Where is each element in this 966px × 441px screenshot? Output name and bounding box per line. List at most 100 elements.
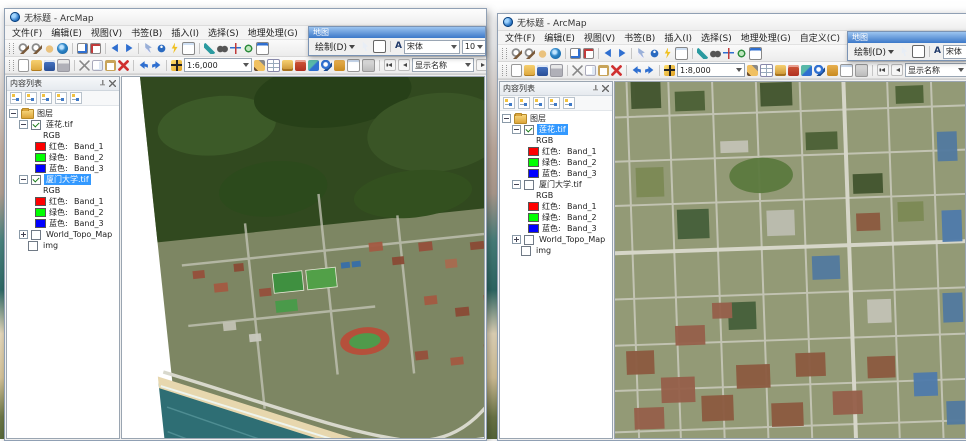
layer-checkbox[interactable] (31, 230, 41, 240)
new-map-icon[interactable] (511, 64, 522, 77)
time-slider-icon[interactable] (736, 48, 747, 59)
title-bar[interactable]: 无标题 - ArcMap (5, 9, 486, 26)
menu-geoprocessing[interactable]: 地理处理(G) (248, 26, 298, 39)
open-icon[interactable] (31, 60, 42, 71)
toc-root-label[interactable]: 图层 (37, 108, 53, 119)
menu-edit[interactable]: 编辑(E) (544, 31, 575, 44)
menu-view[interactable]: 视图(V) (584, 31, 615, 44)
menu-insert[interactable]: 插入(I) (664, 31, 692, 44)
search-icon[interactable] (814, 65, 825, 76)
page-options-icon[interactable] (362, 59, 375, 72)
toc-list-by-drawing-order-icon[interactable] (10, 92, 22, 104)
go-back-extent-icon[interactable] (110, 43, 121, 54)
toc-root-label[interactable]: 图层 (530, 113, 546, 124)
select-features-icon[interactable] (636, 48, 647, 59)
previous-page-icon[interactable] (891, 64, 903, 76)
toc-root-row[interactable]: 图层 (502, 113, 612, 124)
refresh-pages-icon[interactable] (840, 64, 853, 77)
layer-name[interactable]: 莲花.tif (44, 119, 75, 130)
open-icon[interactable] (524, 65, 535, 76)
arctoolbox-icon[interactable] (788, 65, 799, 76)
map-panel-title[interactable]: 地图 (848, 32, 966, 43)
toc-list-by-visibility-icon[interactable] (40, 92, 52, 104)
menu-file[interactable]: 文件(F) (12, 26, 42, 39)
copy-icon[interactable] (585, 65, 596, 76)
pin-icon[interactable] (592, 85, 599, 92)
text-tool-icon[interactable]: A (395, 41, 402, 52)
layer-name-selected[interactable]: 莲花.tif (537, 124, 568, 135)
html-popup-icon[interactable] (675, 47, 688, 60)
next-page-icon[interactable] (476, 59, 486, 71)
html-popup-icon[interactable] (182, 42, 195, 55)
hyperlink-icon[interactable] (169, 43, 180, 54)
layer-checkbox[interactable] (524, 125, 534, 135)
layer-name[interactable]: 厦门大学.tif (537, 179, 584, 190)
menu-customize[interactable]: 自定义(C) (800, 31, 840, 44)
fixed-zoom-out-icon[interactable] (90, 43, 101, 54)
delete-icon[interactable] (118, 60, 129, 71)
refresh-pages-icon[interactable] (347, 59, 360, 72)
full-extent-icon[interactable] (550, 48, 561, 59)
cut-icon[interactable] (79, 60, 90, 71)
select-features-icon[interactable] (143, 43, 154, 54)
page-name-combo[interactable]: 显示名称 (905, 63, 966, 77)
go-forward-extent-icon[interactable] (616, 48, 627, 59)
toc-list-by-visibility-icon[interactable] (533, 97, 545, 109)
zoom-out-icon[interactable] (31, 43, 42, 54)
fixed-zoom-out-icon[interactable] (583, 48, 594, 59)
pan-icon[interactable] (537, 48, 548, 59)
page-name-combo[interactable]: 显示名称 (412, 58, 474, 72)
toc-options-icon[interactable] (563, 97, 575, 109)
go-forward-extent-icon[interactable] (123, 43, 134, 54)
toc-list-by-source-icon[interactable] (518, 97, 530, 109)
viewer-window-icon[interactable] (256, 42, 269, 55)
page-options-icon[interactable] (855, 64, 868, 77)
print-icon[interactable] (57, 59, 70, 72)
collapse-icon[interactable] (512, 125, 521, 134)
full-extent-icon[interactable] (57, 43, 68, 54)
collapse-icon[interactable] (19, 120, 28, 129)
menu-geoprocessing[interactable]: 地理处理(G) (741, 31, 791, 44)
first-page-icon[interactable] (877, 64, 889, 76)
map-canvas[interactable] (614, 81, 966, 439)
find-icon[interactable] (710, 48, 721, 59)
add-data-icon[interactable] (664, 65, 675, 76)
toc-list-by-selection-icon[interactable] (548, 97, 560, 109)
page-setup-icon[interactable] (827, 65, 838, 76)
layer-checkbox[interactable] (521, 246, 531, 256)
toolbar-grip[interactable] (9, 43, 14, 54)
toolbar-grip[interactable] (9, 60, 14, 71)
draw-menu-button[interactable]: 绘制(D) (312, 39, 358, 54)
undo-icon[interactable] (138, 60, 149, 71)
layer-name-selected[interactable]: 厦门大学.tif (44, 174, 91, 185)
layer-row[interactable]: World_Topo_Map (9, 229, 119, 240)
paste-icon[interactable] (105, 60, 116, 71)
undo-icon[interactable] (631, 65, 642, 76)
layer-name[interactable]: World_Topo_Map (537, 234, 607, 245)
fixed-zoom-in-icon[interactable] (77, 43, 88, 54)
close-icon[interactable] (602, 85, 609, 92)
go-to-xy-icon[interactable] (723, 48, 734, 59)
collapse-icon[interactable] (502, 114, 511, 123)
layer-row[interactable]: img (9, 240, 119, 251)
measure-icon[interactable] (204, 43, 215, 54)
find-icon[interactable] (217, 43, 228, 54)
layer-row[interactable]: img (502, 245, 612, 256)
identify-icon[interactable] (649, 48, 660, 59)
copy-icon[interactable] (92, 60, 103, 71)
modelbuilder-icon[interactable] (308, 60, 319, 71)
identify-icon[interactable] (156, 43, 167, 54)
measure-icon[interactable] (697, 48, 708, 59)
map-scale-combo[interactable]: 1:8,000 (677, 63, 745, 77)
redo-icon[interactable] (644, 65, 655, 76)
title-bar[interactable]: 无标题 - ArcMap (498, 14, 966, 31)
menu-bookmarks[interactable]: 书签(B) (131, 26, 162, 39)
layer-name[interactable]: World_Topo_Map (44, 229, 114, 240)
menu-bookmarks[interactable]: 书签(B) (624, 31, 655, 44)
editor-icon[interactable] (747, 65, 758, 76)
layer-name[interactable]: img (41, 240, 60, 251)
select-elements-icon[interactable] (899, 46, 910, 57)
page-setup-icon[interactable] (334, 60, 345, 71)
arctoolbox-icon[interactable] (295, 60, 306, 71)
time-slider-icon[interactable] (243, 43, 254, 54)
